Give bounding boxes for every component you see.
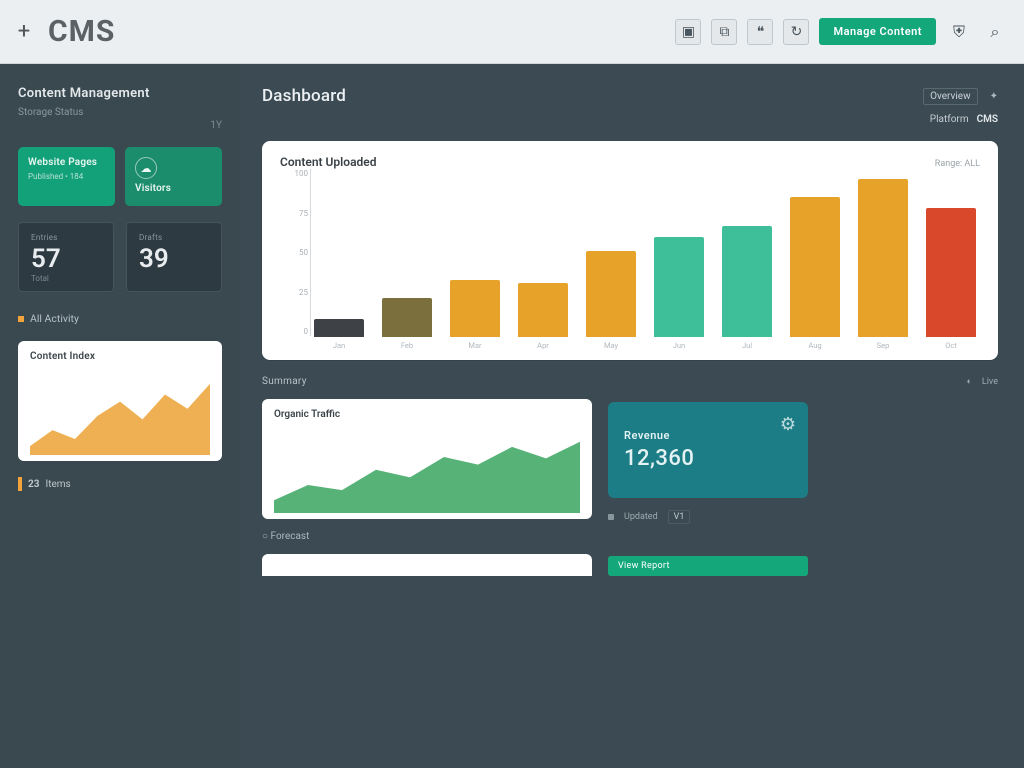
image-icon[interactable]: ▣ xyxy=(675,19,701,45)
cloud-icon: ☁ xyxy=(135,157,157,179)
bar-column: May xyxy=(586,251,636,350)
version-pill[interactable]: V1 xyxy=(668,510,691,524)
stat-drafts[interactable]: Drafts 39 xyxy=(126,222,222,292)
mini-chart-card[interactable]: Content Index xyxy=(18,341,222,461)
bar-column: Mar xyxy=(450,280,500,351)
bar-column: Feb xyxy=(382,298,432,351)
section-summary: Summary xyxy=(262,376,592,387)
chart-range: Range: ALL xyxy=(935,159,980,169)
bar-column: Oct xyxy=(926,208,976,351)
bar-column: Aug xyxy=(790,197,840,350)
area-chart-card[interactable]: Organic Traffic xyxy=(262,399,592,519)
bar-column: Sep xyxy=(858,179,908,350)
tile-sub: Published • 184 xyxy=(28,172,105,181)
tile-pages[interactable]: Website Pages Published • 184 xyxy=(18,147,115,206)
speech-icon[interactable]: ❝ xyxy=(747,19,773,45)
new-icon[interactable]: + xyxy=(10,19,38,44)
stat-label: Drafts xyxy=(139,233,209,242)
sidebar-range-label: 1Y xyxy=(18,120,222,131)
stat-sub: Total xyxy=(31,274,101,283)
area-chart xyxy=(30,366,210,455)
mini-chart-title: Content Index xyxy=(30,351,210,362)
stat-value: 57 xyxy=(31,244,101,274)
bar-column: Jun xyxy=(654,237,704,351)
chart-title: Content Uploaded xyxy=(280,155,377,169)
breadcrumb-pill[interactable]: Overview xyxy=(923,88,978,105)
sidebar-subheading: Storage Status xyxy=(18,107,222,118)
brand-tag: CMS xyxy=(977,114,998,125)
revenue-label: Revenue xyxy=(624,429,792,442)
stat-entries[interactable]: Entries 57 Total xyxy=(18,222,114,292)
brand-sub: Platform xyxy=(930,114,969,125)
network-icon: ⚙ xyxy=(780,414,796,435)
card-peek xyxy=(262,554,592,576)
content-area: Dashboard Overview ✦ Platform CMS Conten… xyxy=(240,64,1024,768)
duplicate-icon[interactable]: ⧉ xyxy=(711,19,737,45)
meta-live: Live xyxy=(982,377,998,387)
revenue-value: 12,360 xyxy=(624,446,792,471)
meta-updated: Updated xyxy=(624,512,658,522)
primary-action-button[interactable]: Manage Content xyxy=(819,18,936,45)
bar-column: Jan xyxy=(314,319,364,350)
status-dot-icon xyxy=(608,514,614,520)
refresh-icon[interactable]: ↻ xyxy=(783,19,809,45)
stat-label: Entries xyxy=(31,233,101,242)
tile-label: Website Pages xyxy=(28,157,105,168)
search-icon[interactable]: ⌕ xyxy=(982,19,1008,45)
forecast-label: ○ Forecast xyxy=(262,531,592,542)
bar-column: Apr xyxy=(518,283,568,350)
shield-icon[interactable]: ⛨ xyxy=(946,19,972,45)
stat-value: 39 xyxy=(139,244,209,274)
app-logo: CMS xyxy=(48,14,115,49)
area-chart-title: Organic Traffic xyxy=(274,409,580,420)
live-indicator-icon: ◐ xyxy=(966,376,971,387)
revenue-card[interactable]: ⚙ Revenue 12,360 xyxy=(608,402,808,498)
bar-column: Jul xyxy=(722,226,772,351)
bar-chart-card: Content Uploaded Range: ALL 1007550250 J… xyxy=(262,141,998,360)
sidebar-heading: Content Management xyxy=(18,86,222,101)
sidebar-footer-stat: 23 Items xyxy=(18,477,222,491)
star-icon[interactable]: ✦ xyxy=(990,91,998,102)
view-report-button[interactable]: View Report xyxy=(608,556,808,576)
sidebar: Content Management Storage Status 1Y Web… xyxy=(0,64,240,768)
top-bar: + CMS ▣ ⧉ ❝ ↻ Manage Content ⛨ ⌕ xyxy=(0,0,1024,64)
section-activity: All Activity xyxy=(18,312,222,325)
page-title: Dashboard xyxy=(262,86,346,106)
tile-label: Visitors xyxy=(135,183,212,194)
accent-bar-icon xyxy=(18,477,22,491)
area-chart xyxy=(274,424,580,513)
bar-chart: 1007550250 JanFebMarAprMayJunJulAugSepOc… xyxy=(280,169,980,350)
tile-visitors[interactable]: ☁ Visitors xyxy=(125,147,222,206)
